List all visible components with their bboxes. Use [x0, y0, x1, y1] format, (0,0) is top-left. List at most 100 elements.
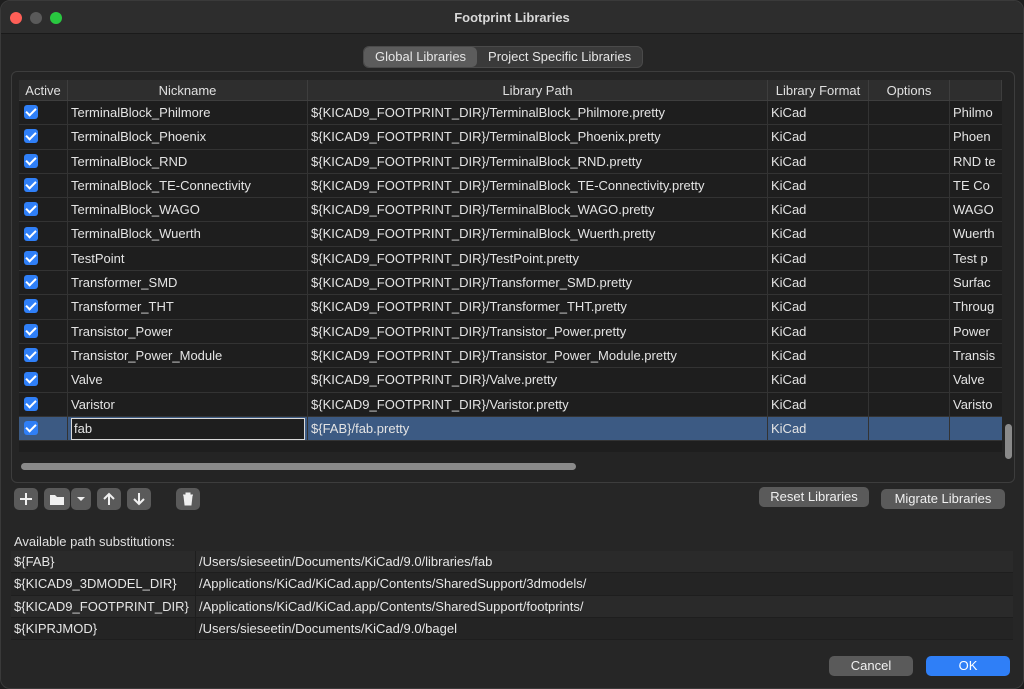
description-cell[interactable]: Phoen: [950, 125, 1002, 148]
nickname-cell[interactable]: Varistor: [68, 392, 308, 416]
active-cell[interactable]: [19, 198, 68, 222]
ok-button[interactable]: OK: [926, 656, 1010, 676]
horizontal-scroll-thumb[interactable]: [21, 463, 576, 470]
description-cell[interactable]: Power: [950, 320, 1002, 343]
table-row[interactable]: Varistor ${KICAD9_FOOTPRINT_DIR}/Varistor…: [19, 392, 1002, 417]
description-cell[interactable]: Varisto: [950, 393, 1002, 416]
column-header-description[interactable]: [950, 80, 1002, 100]
table-row[interactable]: Transformer_SMD ${KICAD9_FOOTPRINT_DIR}/T…: [19, 271, 1002, 296]
description-cell[interactable]: TE Co: [950, 174, 1002, 197]
options-cell[interactable]: [869, 392, 950, 416]
cancel-button[interactable]: Cancel: [829, 656, 913, 676]
migrate-libraries-button[interactable]: Migrate Libraries: [881, 489, 1005, 509]
horizontal-scrollbar[interactable]: [19, 461, 1002, 471]
active-cell[interactable]: [19, 101, 68, 125]
description-cell[interactable]: Valve: [950, 368, 1002, 391]
table-row[interactable]: TerminalBlock_Phoenix ${KICAD9_FOOTPRINT_…: [19, 125, 1002, 150]
options-cell[interactable]: [869, 101, 950, 125]
active-cell[interactable]: [19, 125, 68, 149]
column-header-active[interactable]: Active: [19, 80, 68, 100]
move-up-button[interactable]: [97, 488, 121, 510]
options-cell[interactable]: [869, 125, 950, 149]
table-row[interactable]: Transistor_Power_Module ${KICAD9_FOOTPRIN…: [19, 343, 1002, 369]
options-cell[interactable]: [869, 271, 950, 295]
nickname-cell[interactable]: Transistor_Power_Module: [68, 343, 308, 368]
column-header-options[interactable]: Options: [869, 80, 950, 100]
library-format-cell[interactable]: KiCad: [768, 246, 869, 271]
table-row[interactable]: TerminalBlock_WAGO ${KICAD9_FOOTPRINT_DIR…: [19, 198, 1002, 223]
table-row[interactable]: TerminalBlock_TE-Connectivity ${KICAD9_FO…: [19, 173, 1002, 199]
table-row[interactable]: Valve ${KICAD9_FOOTPRINT_DIR}/Valve.prett…: [19, 368, 1002, 393]
options-cell[interactable]: [869, 368, 950, 392]
add-library-button[interactable]: [14, 488, 38, 510]
description-cell[interactable]: Wuerth: [950, 222, 1002, 245]
nickname-cell[interactable]: Transistor_Power: [68, 319, 308, 343]
library-format-cell[interactable]: KiCad: [768, 295, 869, 319]
nickname-cell[interactable]: TestPoint: [68, 246, 308, 271]
active-checkbox[interactable]: [24, 250, 38, 265]
library-path-cell[interactable]: ${KICAD9_FOOTPRINT_DIR}/TerminalBlock_Ph…: [308, 101, 768, 125]
nickname-cell[interactable]: TerminalBlock_WAGO: [68, 198, 308, 222]
library-path-cell[interactable]: ${KICAD9_FOOTPRINT_DIR}/Transformer_SMD.…: [308, 271, 768, 295]
library-path-cell[interactable]: ${KICAD9_FOOTPRINT_DIR}/Transistor_Power…: [308, 319, 768, 343]
nickname-cell[interactable]: Transformer_SMD: [68, 271, 308, 295]
active-cell[interactable]: [19, 392, 68, 416]
active-cell[interactable]: [19, 416, 68, 441]
nickname-cell[interactable]: Valve: [68, 368, 308, 392]
active-checkbox[interactable]: [24, 348, 38, 363]
options-cell[interactable]: [869, 343, 950, 368]
active-checkbox[interactable]: [24, 129, 38, 144]
library-path-cell[interactable]: ${KICAD9_FOOTPRINT_DIR}/TerminalBlock_Ph…: [308, 125, 768, 149]
library-format-cell[interactable]: KiCad: [768, 173, 869, 198]
table-row[interactable]: TestPoint ${KICAD9_FOOTPRINT_DIR}/TestPoi…: [19, 246, 1002, 272]
active-checkbox[interactable]: [24, 275, 38, 290]
table-row[interactable]: TerminalBlock_Wuerth ${KICAD9_FOOTPRINT_D…: [19, 222, 1002, 247]
active-checkbox[interactable]: [24, 105, 38, 120]
table-row[interactable]: Transistor_Power ${KICAD9_FOOTPRINT_DIR}/…: [19, 319, 1002, 344]
nickname-cell[interactable]: TerminalBlock_Phoenix: [68, 125, 308, 149]
active-cell[interactable]: [19, 149, 68, 173]
active-checkbox[interactable]: [24, 372, 38, 387]
active-cell[interactable]: [19, 343, 68, 368]
library-format-cell[interactable]: KiCad: [768, 101, 869, 125]
library-format-cell[interactable]: KiCad: [768, 368, 869, 392]
active-checkbox[interactable]: [24, 396, 38, 411]
active-cell[interactable]: [19, 222, 68, 246]
library-format-cell[interactable]: KiCad: [768, 392, 869, 416]
options-cell[interactable]: [869, 416, 950, 441]
tab-global-libraries[interactable]: Global Libraries: [364, 47, 478, 67]
active-checkbox[interactable]: [24, 420, 38, 435]
nickname-edit-field[interactable]: fab: [71, 417, 305, 440]
library-format-cell[interactable]: KiCad: [768, 319, 869, 343]
options-cell[interactable]: [869, 173, 950, 198]
active-cell[interactable]: [19, 173, 68, 198]
nickname-cell[interactable]: TerminalBlock_Philmore: [68, 101, 308, 125]
active-checkbox[interactable]: [24, 153, 38, 168]
active-checkbox[interactable]: [24, 299, 38, 314]
nickname-cell[interactable]: TerminalBlock_Wuerth: [68, 222, 308, 246]
add-library-dropdown-button[interactable]: [71, 488, 91, 510]
active-cell[interactable]: [19, 246, 68, 271]
library-format-cell[interactable]: KiCad: [768, 125, 869, 149]
delete-library-button[interactable]: [176, 488, 200, 510]
tab-project-specific-libraries[interactable]: Project Specific Libraries: [477, 47, 642, 67]
table-row[interactable]: TerminalBlock_RND ${KICAD9_FOOTPRINT_DIR}…: [19, 149, 1002, 174]
active-checkbox[interactable]: [24, 177, 38, 192]
nickname-cell[interactable]: Transformer_THT: [68, 295, 308, 319]
description-cell[interactable]: Surfac: [950, 271, 1002, 294]
column-header-library-format[interactable]: Library Format: [768, 80, 869, 100]
move-down-button[interactable]: [127, 488, 151, 510]
library-path-cell[interactable]: ${KICAD9_FOOTPRINT_DIR}/TerminalBlock_Wu…: [308, 222, 768, 246]
library-path-cell[interactable]: ${KICAD9_FOOTPRINT_DIR}/Varistor.pretty: [308, 392, 768, 416]
nickname-cell[interactable]: TerminalBlock_TE-Connectivity: [68, 173, 308, 198]
description-cell[interactable]: Throug: [950, 295, 1002, 318]
library-path-cell[interactable]: ${FAB}/fab.pretty: [308, 416, 768, 441]
vertical-scrollbar[interactable]: [1004, 80, 1013, 459]
library-format-cell[interactable]: KiCad: [768, 198, 869, 222]
library-format-cell[interactable]: KiCad: [768, 149, 869, 173]
add-existing-library-button[interactable]: [44, 488, 70, 510]
description-cell[interactable]: [950, 417, 1002, 440]
active-checkbox[interactable]: [24, 226, 38, 241]
active-cell[interactable]: [19, 295, 68, 319]
library-path-cell[interactable]: ${KICAD9_FOOTPRINT_DIR}/Transistor_Power…: [308, 343, 768, 368]
